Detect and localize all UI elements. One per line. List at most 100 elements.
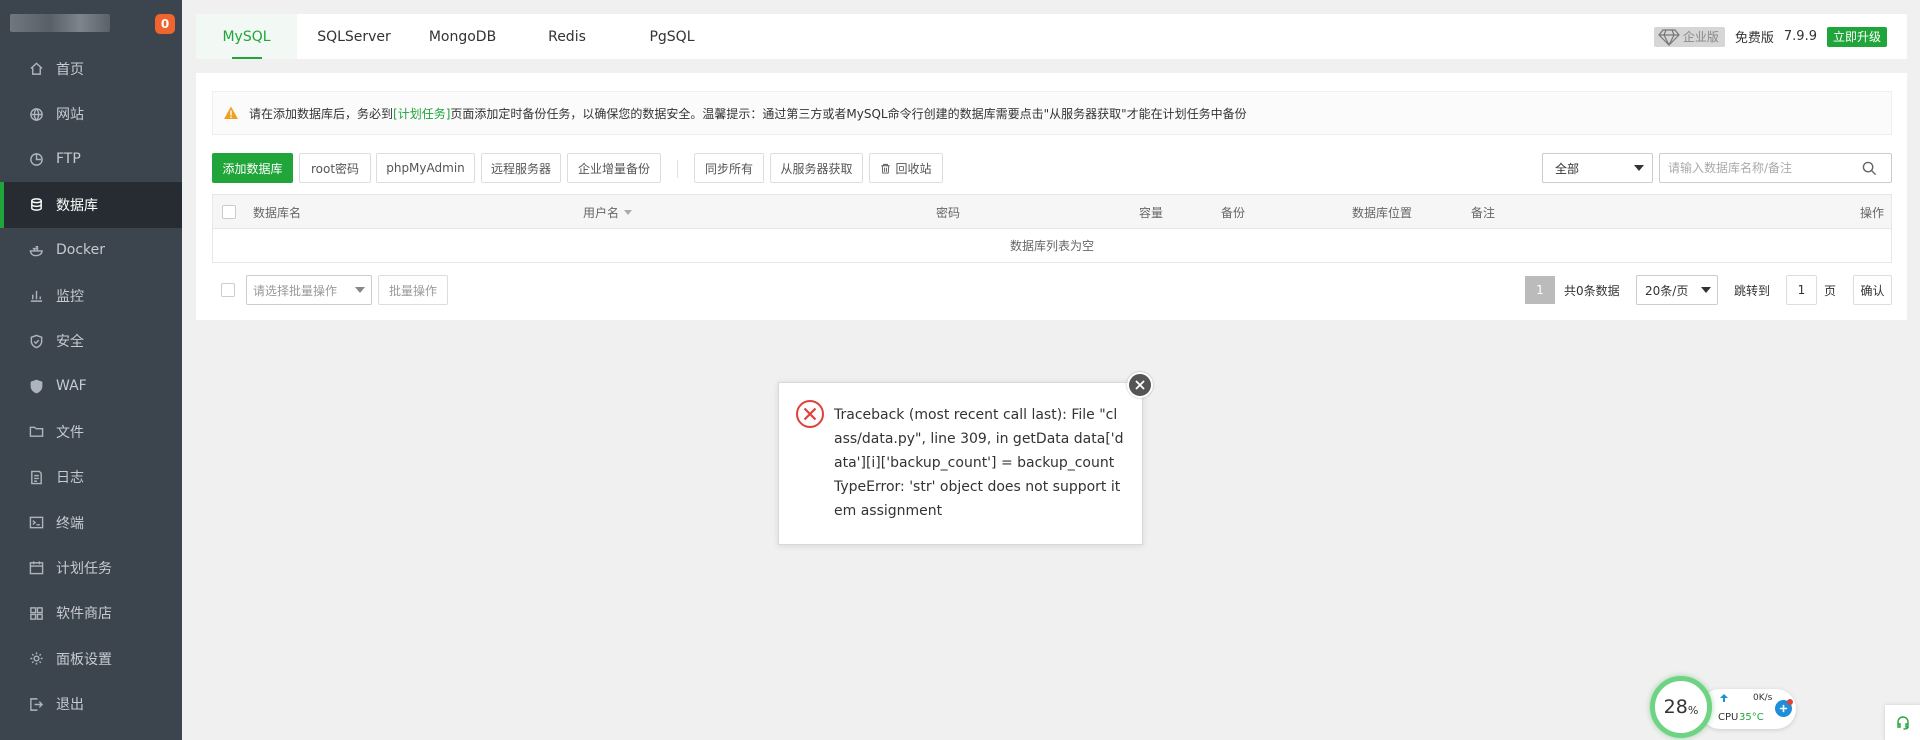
- error-message: Traceback (most recent call last): File …: [834, 407, 1124, 519]
- notification-badge[interactable]: 0: [155, 14, 175, 34]
- sidebar-item-label: 退出: [56, 697, 84, 714]
- tab-mysql[interactable]: MySQL: [196, 14, 297, 59]
- tab-redis[interactable]: Redis: [514, 14, 620, 59]
- sidebar-item-label: 日志: [56, 470, 84, 487]
- database-icon: [28, 197, 44, 213]
- notice-text-pre: 请在添加数据库后，务必到: [249, 106, 394, 121]
- sidebar-item-label: FTP: [56, 151, 81, 168]
- sidebar: 0 首页 网站 FTP 数据库 Docker 监控 安全 WAF 文件 日志 终…: [0, 0, 182, 740]
- log-icon: [28, 469, 44, 485]
- footer-select-all-checkbox[interactable]: [221, 283, 235, 297]
- sidebar-item-security[interactable]: 安全: [0, 318, 182, 363]
- free-edition-label: 免费版: [1734, 31, 1774, 46]
- support-chat-button[interactable]: [1885, 705, 1920, 740]
- warning-icon: [224, 106, 238, 119]
- column-header-remark: 备注: [1471, 205, 1496, 220]
- empty-table-message: 数据库列表为空: [1009, 239, 1094, 253]
- cpu-temperature: 35°C: [1739, 712, 1764, 723]
- column-header-username-label: 用户名: [583, 205, 620, 220]
- toolbar-divider: [677, 160, 678, 178]
- enterprise-backup-button[interactable]: 企业增量备份: [567, 153, 661, 183]
- tab-sqlserver[interactable]: SQLServer: [297, 14, 411, 59]
- remote-server-button[interactable]: 远程服务器: [481, 153, 561, 183]
- close-icon: [1135, 380, 1145, 390]
- sidebar-item-home[interactable]: 首页: [0, 46, 182, 91]
- jump-confirm-button[interactable]: 确认: [1853, 275, 1892, 305]
- table-header: 数据库名 用户名 密码 容量 备份 数据库位置 备注 操作: [213, 195, 1891, 229]
- column-header-username[interactable]: 用户名: [583, 195, 633, 229]
- sidebar-item-files[interactable]: 文件: [0, 409, 182, 454]
- sidebar-item-store[interactable]: 软件商店: [0, 591, 182, 636]
- cpu-label: CPU: [1718, 712, 1739, 723]
- page-unit-label: 页: [1824, 284, 1837, 298]
- page-size-select[interactable]: 20条/页: [1636, 275, 1718, 305]
- cron-task-link[interactable]: [计划任务]: [393, 105, 450, 122]
- sidebar-item-logout[interactable]: 退出: [0, 681, 182, 726]
- database-search-input[interactable]: [1660, 155, 1860, 181]
- jump-to-label: 跳转到: [1734, 284, 1771, 298]
- select-all-cell: [222, 195, 236, 229]
- batch-operation-select[interactable]: 请选择批量操作: [246, 275, 372, 305]
- recycle-bin-button[interactable]: 回收站: [869, 153, 943, 183]
- sidebar-item-ftp[interactable]: FTP: [0, 137, 182, 182]
- system-status-widget[interactable]: 0K/s CPU 35°C: [1700, 689, 1796, 729]
- sidebar-item-terminal[interactable]: 终端: [0, 500, 182, 545]
- dialog-close-button[interactable]: [1127, 372, 1153, 398]
- sidebar-item-waf[interactable]: WAF: [0, 364, 182, 409]
- select-all-checkbox[interactable]: [222, 205, 236, 219]
- sync-all-button[interactable]: 同步所有: [694, 153, 764, 183]
- table-footer: 请选择批量操作 批量操作 1 共0条数据 20条/页 跳转到 1 页 确认: [212, 275, 1892, 305]
- batch-operation-placeholder: 请选择批量操作: [253, 283, 338, 298]
- column-header-dbname[interactable]: 数据库名: [253, 195, 301, 229]
- tab-pgsql[interactable]: PgSQL: [620, 14, 724, 59]
- calendar-icon: [28, 560, 44, 576]
- enterprise-badge[interactable]: 企业版: [1653, 26, 1725, 47]
- sidebar-item-docker[interactable]: Docker: [0, 228, 182, 273]
- jump-page-input[interactable]: 1: [1786, 275, 1817, 305]
- tab-mongodb[interactable]: MongoDB: [411, 14, 514, 59]
- chevron-down-icon: [1701, 287, 1711, 293]
- enterprise-label: 企业版: [1682, 30, 1719, 44]
- error-dialog: Traceback (most recent call last): File …: [778, 382, 1143, 545]
- backup-notice: 请在添加数据库后，务必到 [计划任务] 页面添加定时备份任务，以确保您的数据安全…: [212, 91, 1892, 135]
- sidebar-item-label: 首页: [56, 61, 84, 78]
- network-speed: 0K/s: [1753, 693, 1773, 703]
- column-header-actions: 操作: [1859, 205, 1884, 220]
- server-name-blurred: [10, 14, 110, 32]
- sidebar-item-label: WAF: [56, 378, 87, 395]
- total-count: 共0条数据: [1564, 284, 1620, 298]
- waf-shield-icon: [28, 378, 44, 394]
- root-password-button[interactable]: root密码: [299, 153, 371, 183]
- database-filter-select[interactable]: 全部: [1542, 153, 1653, 183]
- cpu-usage-gauge[interactable]: 28%: [1650, 676, 1712, 738]
- column-header-size: 容量: [1139, 205, 1164, 220]
- fetch-from-server-button[interactable]: 从服务器获取: [770, 153, 863, 183]
- chevron-down-icon: [355, 287, 365, 293]
- sidebar-item-monitor[interactable]: 监控: [0, 273, 182, 318]
- sidebar-item-logs[interactable]: 日志: [0, 455, 182, 500]
- add-widget-icon[interactable]: [1775, 699, 1793, 717]
- batch-operation-button[interactable]: 批量操作: [378, 275, 448, 305]
- sidebar-item-settings[interactable]: 面板设置: [0, 636, 182, 681]
- version-number: 7.9.9: [1783, 29, 1817, 44]
- shield-icon: [28, 333, 44, 349]
- sidebar-item-label: 软件商店: [56, 606, 112, 623]
- upload-arrow-icon: [1720, 694, 1728, 702]
- sidebar-item-cron[interactable]: 计划任务: [0, 545, 182, 590]
- alert-dot: [1787, 699, 1793, 705]
- error-icon: [796, 400, 824, 428]
- upgrade-button[interactable]: 立即升级: [1826, 26, 1887, 47]
- sidebar-item-label: 计划任务: [56, 560, 112, 577]
- plus-icon: [1779, 704, 1788, 713]
- filter-selected-value: 全部: [1555, 161, 1580, 176]
- add-database-button[interactable]: 添加数据库: [212, 153, 293, 183]
- sidebar-item-database[interactable]: 数据库: [0, 182, 182, 228]
- sidebar-item-website[interactable]: 网站: [0, 91, 182, 136]
- current-page-number[interactable]: 1: [1525, 276, 1555, 304]
- folder-icon: [28, 424, 44, 440]
- ftp-icon: [28, 151, 44, 167]
- phpmyadmin-button[interactable]: phpMyAdmin: [376, 153, 475, 183]
- search-icon[interactable]: [1862, 161, 1877, 176]
- docker-icon: [28, 242, 44, 258]
- sort-down-icon: [624, 209, 633, 215]
